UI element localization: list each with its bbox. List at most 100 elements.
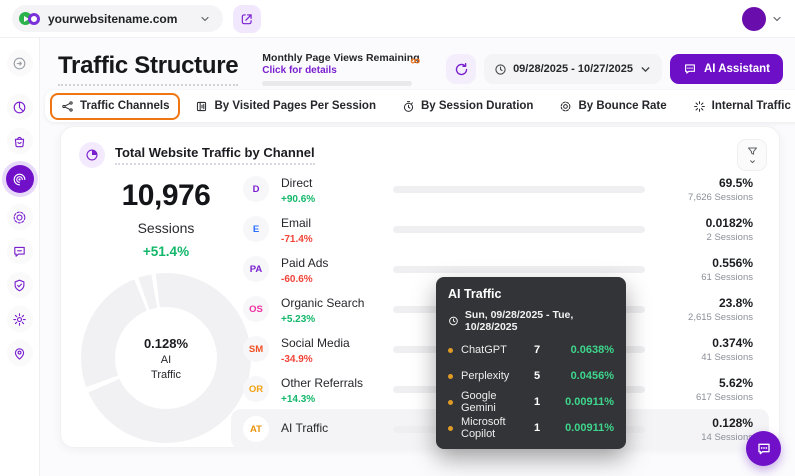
- date-range-value: 09/28/2025 - 10/27/2025: [513, 63, 633, 75]
- donut-center-pct: 0.128%: [144, 336, 188, 351]
- tooltip-source-pct: 0.0456%: [556, 370, 614, 382]
- tooltip-source-count: 7: [534, 344, 556, 356]
- channel-row-email[interactable]: E Email-71.4% 0.0182%2 Sessions: [231, 209, 769, 249]
- quota-details-link[interactable]: Click for details: [262, 65, 420, 76]
- sidebar-item-overview[interactable]: [7, 94, 33, 120]
- traffic-by-channel-card: Total Website Traffic by Channel 10,976 …: [60, 126, 780, 448]
- sidebar-item-targets[interactable]: [7, 204, 33, 230]
- bounce-rate-icon: [559, 100, 572, 113]
- channel-change: -60.6%: [281, 274, 393, 285]
- tooltip-row-google-gemini: Google Gemini 1 0.00911%: [448, 389, 614, 415]
- ai-traffic-tooltip: AI Traffic Sun, 09/28/2025 - Tue, 10/28/…: [436, 277, 626, 449]
- traffic-swirl-icon: [12, 172, 27, 187]
- app-logo-icon: [19, 11, 40, 26]
- traffic-channels-icon: [61, 100, 74, 113]
- page-title: Traffic Structure: [58, 52, 238, 86]
- channel-share: 0.556%: [645, 256, 753, 270]
- refresh-icon: [454, 62, 469, 77]
- channel-avatar: SM: [243, 336, 269, 362]
- tooltip-source-pct: 0.0638%: [556, 344, 614, 356]
- tab-bounce-rate[interactable]: By Bounce Rate: [548, 93, 677, 120]
- tab-visited-pages-per-session[interactable]: By Visited Pages Per Session: [184, 93, 387, 120]
- tab-label: By Visited Pages Per Session: [214, 100, 376, 112]
- channel-change: +5.23%: [281, 314, 393, 325]
- tooltip-date-text: Sun, 09/28/2025 - Tue, 10/28/2025: [465, 309, 614, 333]
- bullet-icon: [448, 374, 453, 379]
- channel-share: 0.374%: [645, 336, 753, 350]
- channel-row-direct[interactable]: D Direct+90.6% 69.5%7,626 Sessions: [231, 169, 769, 209]
- channel-bar-track: [393, 266, 645, 273]
- tab-traffic-channels[interactable]: Traffic Channels: [50, 93, 180, 120]
- chat-bubble-icon: [683, 62, 697, 76]
- location-pin-icon: [12, 346, 27, 361]
- ai-assistant-label: AI Assistant: [704, 63, 770, 75]
- tooltip-date-range: Sun, 09/28/2025 - Tue, 10/28/2025: [448, 309, 614, 333]
- channel-name: Paid Ads: [281, 256, 328, 270]
- quota-progress-bar: [262, 81, 412, 86]
- tooltip-row-microsoft-copilot: Microsoft Copilot 1 0.00911%: [448, 415, 614, 441]
- channel-bar-track: [393, 186, 645, 193]
- channel-change: +90.6%: [281, 194, 393, 205]
- channel-share: 5.62%: [645, 376, 753, 390]
- date-range-picker[interactable]: 09/28/2025 - 10/27/2025: [484, 54, 662, 84]
- refresh-button[interactable]: [446, 54, 476, 84]
- channel-change: +14.3%: [281, 394, 393, 405]
- sidebar-item-orders[interactable]: [7, 128, 33, 154]
- tooltip-source-count: 1: [534, 396, 556, 408]
- channel-avatar: OS: [243, 296, 269, 322]
- tooltip-row-chatgpt: ChatGPT 7 0.0638%: [448, 337, 614, 363]
- chevron-down-icon: [748, 157, 757, 166]
- panel-title: Total Website Traffic by Channel: [115, 145, 315, 165]
- tooltip-source-count: 5: [534, 370, 556, 382]
- account-chevron-down-icon[interactable]: [771, 13, 783, 25]
- shield-check-icon: [12, 278, 27, 293]
- channel-name: Social Media: [281, 336, 350, 350]
- channel-bar-track: [393, 226, 645, 233]
- tab-label: Traffic Channels: [80, 100, 169, 112]
- channel-avatar: E: [243, 216, 269, 242]
- filter-button[interactable]: [737, 139, 767, 171]
- sidebar-collapse-button[interactable]: [7, 50, 33, 76]
- sidebar-nav: [0, 38, 40, 476]
- tooltip-source-pct: 0.00911%: [556, 422, 614, 434]
- tooltip-source-name: Google Gemini: [461, 390, 534, 414]
- tooltip-source-count: 1: [534, 422, 556, 434]
- sidebar-item-traffic-structure[interactable]: [6, 165, 34, 193]
- channel-name: AI Traffic: [281, 421, 328, 435]
- channel-sessions: 14 Sessions: [645, 432, 753, 443]
- channel-share: 0.0182%: [645, 216, 753, 230]
- shopping-bag-icon: [12, 134, 27, 149]
- user-avatar[interactable]: [742, 7, 766, 31]
- support-chat-button[interactable]: [746, 431, 781, 466]
- sidebar-item-security[interactable]: [7, 272, 33, 298]
- quota-label: Monthly Page Views Remaining: [262, 52, 420, 64]
- chat-bubble-icon: [756, 441, 772, 457]
- bullet-icon: [448, 348, 453, 353]
- tooltip-source-name: Perplexity: [461, 370, 534, 382]
- channel-share: 69.5%: [645, 176, 753, 190]
- bullet-icon: [448, 426, 453, 431]
- sidebar-item-locations[interactable]: [7, 340, 33, 366]
- ai-assistant-button[interactable]: AI Assistant: [670, 54, 783, 84]
- domain-selector[interactable]: yourwebsitename.com: [12, 5, 223, 32]
- channel-avatar: OR: [243, 376, 269, 402]
- bullet-icon: [448, 400, 453, 405]
- chevron-down-icon: [199, 13, 211, 25]
- channel-avatar: D: [243, 176, 269, 202]
- topbar: yourwebsitename.com: [0, 0, 795, 38]
- tooltip-source-name: Microsoft Copilot: [461, 416, 534, 440]
- target-icon: [12, 210, 27, 225]
- tab-internal-traffic[interactable]: Internal Traffic: [682, 93, 795, 120]
- donut-center-line1: AI: [161, 354, 171, 366]
- pie-chart-icon: [12, 100, 27, 115]
- channel-sessions: 617 Sessions: [645, 392, 753, 403]
- channel-change: -71.4%: [281, 234, 393, 245]
- chevron-down-icon: [639, 63, 652, 76]
- sidebar-item-settings[interactable]: [7, 306, 33, 332]
- tab-session-duration[interactable]: By Session Duration: [391, 93, 544, 120]
- open-website-button[interactable]: [233, 5, 261, 33]
- channel-donut-chart[interactable]: 0.128% AI Traffic: [81, 273, 251, 443]
- donut-center: 0.128% AI Traffic: [115, 307, 217, 409]
- sidebar-item-feedback[interactable]: [7, 238, 33, 264]
- channel-sessions: 41 Sessions: [645, 352, 753, 363]
